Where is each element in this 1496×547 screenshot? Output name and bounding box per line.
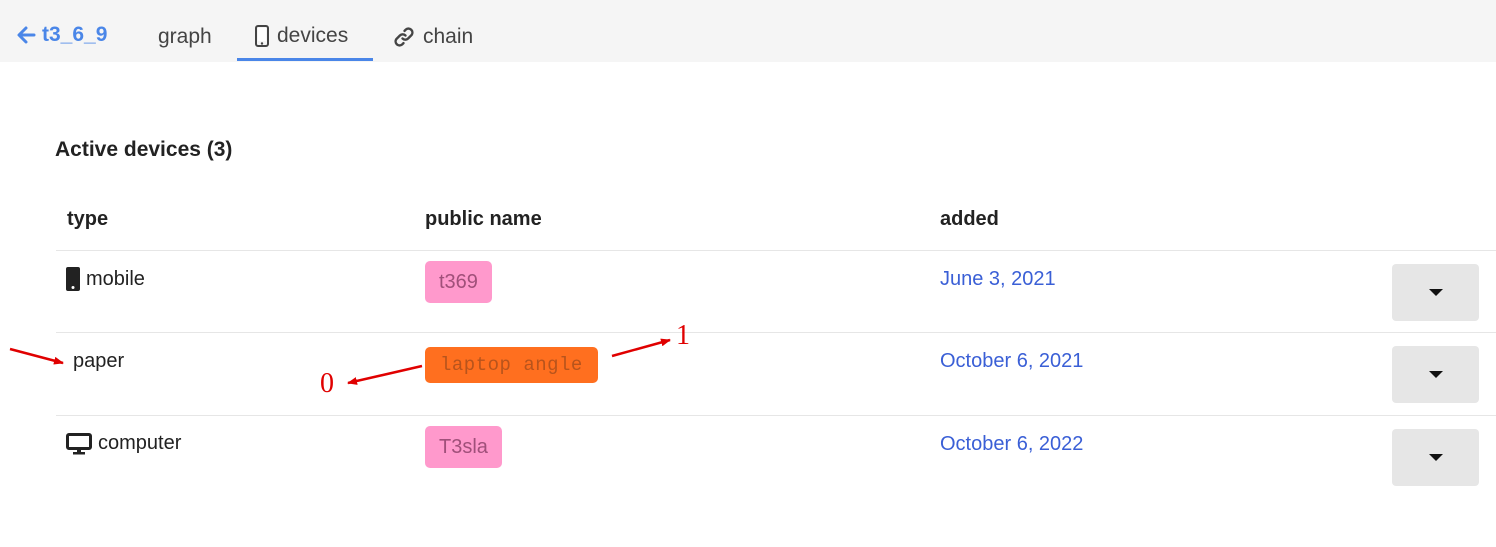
column-header-added: added xyxy=(940,208,999,230)
row-actions-dropdown-button[interactable] xyxy=(1392,346,1479,403)
top-nav-bar: t3_6_9 graph devices chain xyxy=(0,0,1496,62)
public-name-tag[interactable]: T3sla xyxy=(425,426,502,468)
section-title: Active devices (3) xyxy=(55,138,233,161)
tab-devices[interactable]: devices xyxy=(237,14,373,61)
tab-chain[interactable]: chain xyxy=(393,14,473,60)
caret-down-icon xyxy=(1428,370,1443,378)
arrow-left-icon xyxy=(17,26,36,44)
device-type-label: paper xyxy=(73,350,125,372)
added-date-link[interactable]: October 6, 2022 xyxy=(940,433,1083,456)
public-name-tag[interactable]: laptop angle xyxy=(425,347,598,383)
annotation-arrow xyxy=(9,347,64,365)
caret-down-icon xyxy=(1428,288,1443,296)
tab-chain-label: chain xyxy=(423,25,474,48)
row-actions-dropdown-button[interactable] xyxy=(1392,264,1479,321)
device-type-label: computer xyxy=(98,432,182,454)
device-type-cell: computer xyxy=(66,432,181,455)
tab-graph[interactable]: graph xyxy=(158,14,212,60)
added-date-link[interactable]: June 3, 2021 xyxy=(940,268,1056,291)
annotation-arrow xyxy=(611,338,671,358)
public-name-tag[interactable]: t369 xyxy=(425,261,492,303)
added-date-link[interactable]: October 6, 2021 xyxy=(940,350,1083,373)
device-type-label: mobile xyxy=(86,267,145,290)
device-type-cell: paper xyxy=(73,350,124,373)
column-header-public-name: public name xyxy=(425,208,542,230)
mobile-phone-icon xyxy=(66,267,80,291)
mobile-phone-icon xyxy=(255,25,269,47)
row-divider xyxy=(56,415,1496,416)
desktop-monitor-icon xyxy=(66,432,92,455)
device-type-cell: mobile xyxy=(66,267,145,291)
back-link-label: t3_6_9 xyxy=(42,23,108,46)
caret-down-icon xyxy=(1428,453,1443,461)
annotation-label-0: 0 xyxy=(320,368,334,399)
row-divider xyxy=(56,332,1496,333)
annotation-arrow xyxy=(347,364,423,385)
link-icon xyxy=(393,26,415,48)
back-link[interactable]: t3_6_9 xyxy=(16,20,107,50)
annotation-overlay xyxy=(9,338,671,385)
annotation-label-1: 1 xyxy=(676,320,690,351)
tab-devices-label: devices xyxy=(277,24,349,47)
column-header-type: type xyxy=(67,208,109,230)
tab-graph-label: graph xyxy=(158,25,212,48)
row-actions-dropdown-button[interactable] xyxy=(1392,429,1479,486)
header-divider xyxy=(56,250,1496,251)
